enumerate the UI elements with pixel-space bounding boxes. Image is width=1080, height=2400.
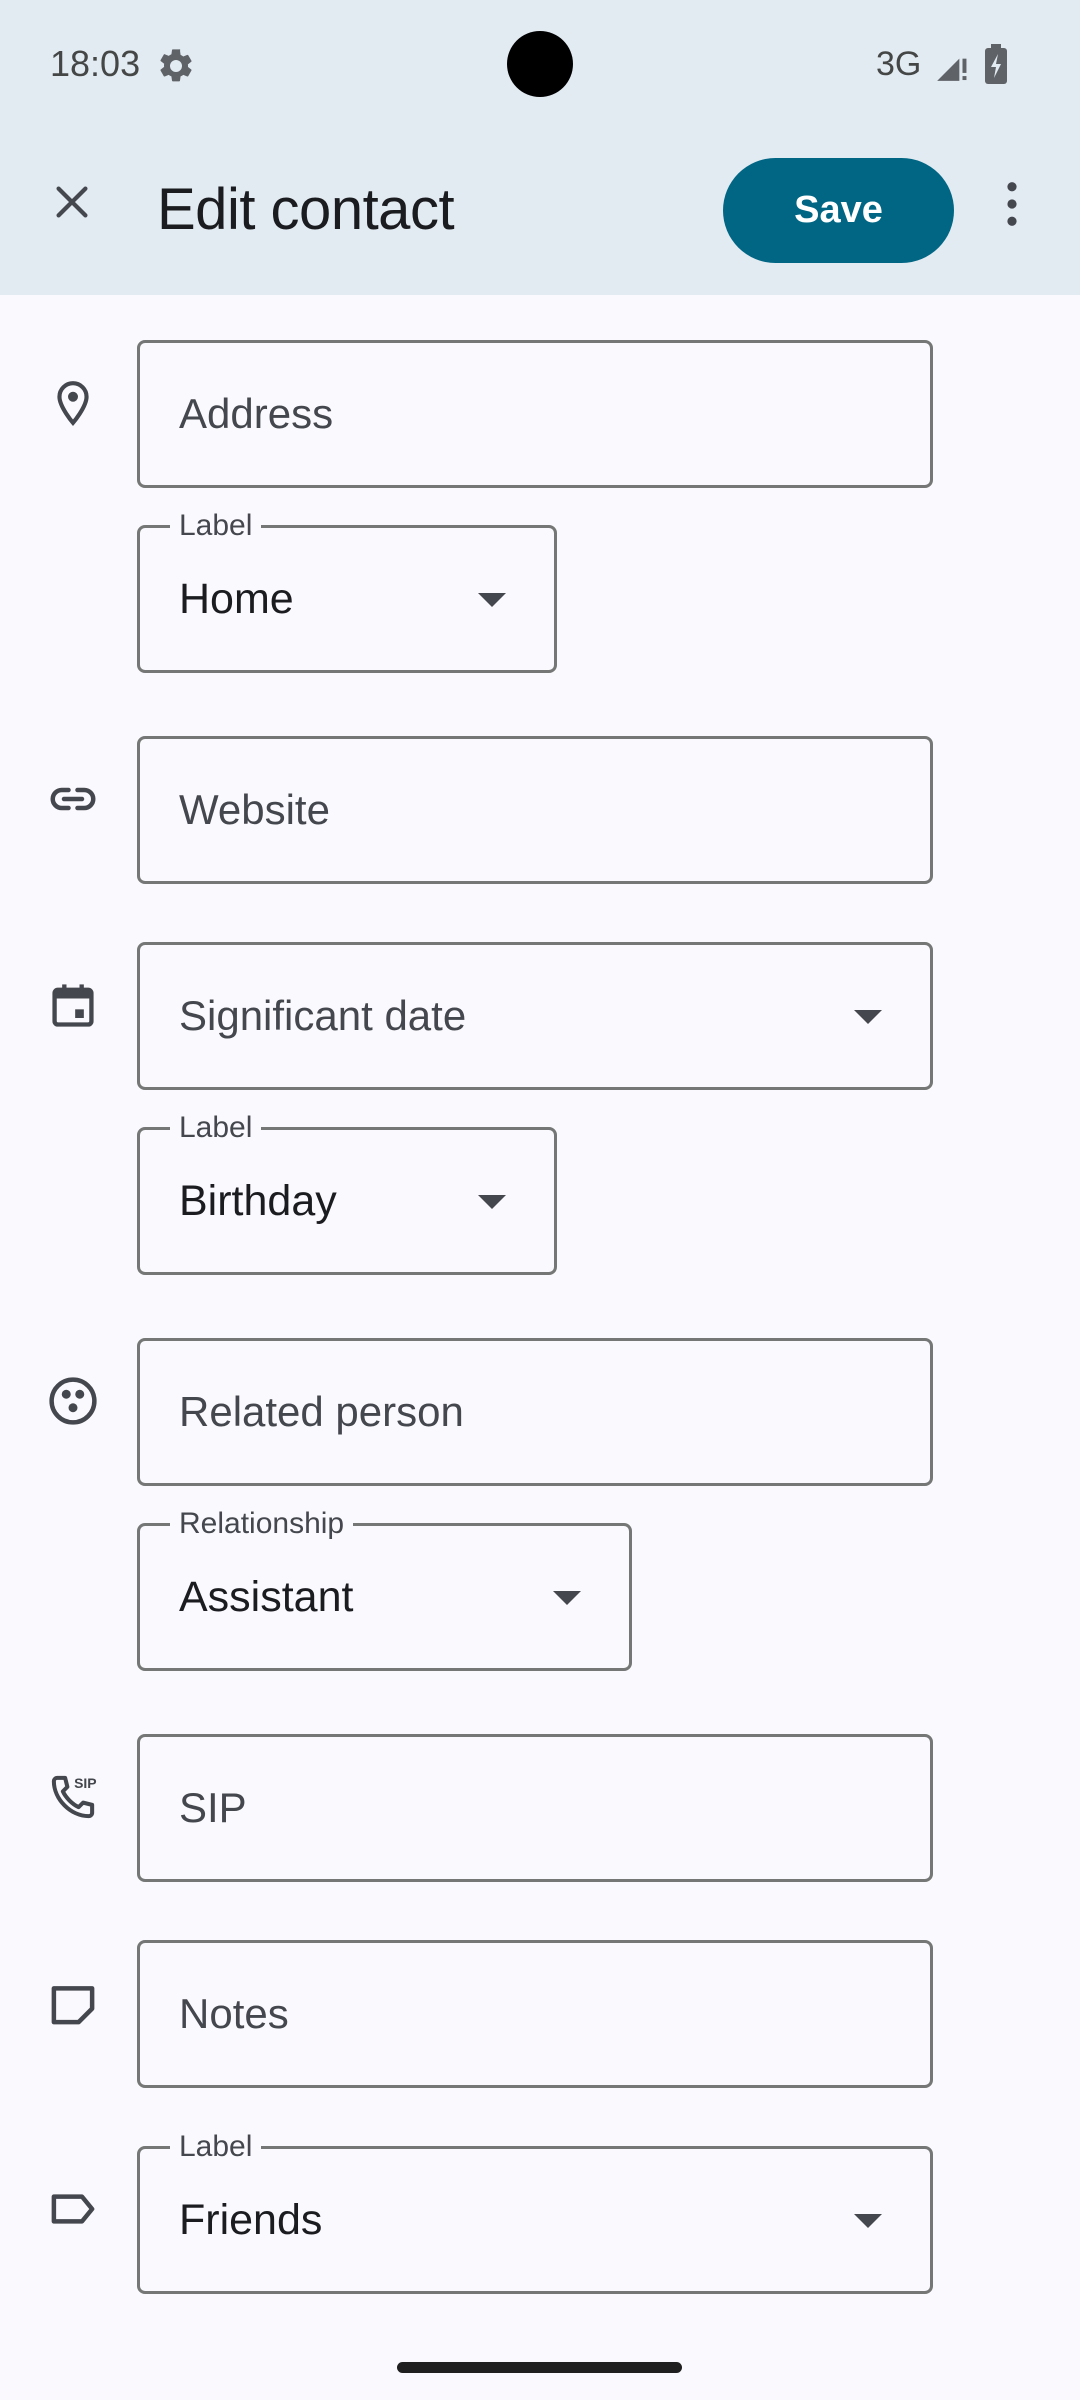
people-circle-icon — [44, 1372, 102, 1430]
more-options-button[interactable] — [990, 176, 1034, 232]
sip-phone-icon: SIP — [44, 1768, 102, 1826]
close-button[interactable] — [40, 170, 104, 234]
address-label-value: Home — [179, 574, 294, 623]
related-person-input[interactable]: Related person — [137, 1338, 933, 1486]
location-pin-icon — [44, 374, 102, 432]
close-icon — [56, 186, 88, 218]
website-placeholder: Website — [179, 786, 330, 833]
more-vert-icon — [1007, 182, 1017, 226]
chevron-down-icon — [854, 1010, 882, 1024]
notes-placeholder: Notes — [179, 1990, 289, 2037]
related-person-placeholder: Related person — [179, 1388, 464, 1435]
chevron-down-icon — [854, 2214, 882, 2228]
address-input[interactable]: Address — [137, 340, 933, 488]
date-label-dropdown[interactable]: Label Birthday — [137, 1108, 557, 1275]
chevron-down-icon — [553, 1591, 581, 1605]
signal-icon — [934, 46, 972, 84]
camera-cutout — [507, 31, 573, 97]
gear-icon — [156, 46, 196, 86]
status-time: 18:03 — [50, 43, 141, 84]
svg-text:SIP: SIP — [74, 1775, 96, 1791]
group-label-dropdown[interactable]: Label Friends — [137, 2127, 933, 2294]
website-input[interactable]: Website — [137, 736, 933, 884]
address-label-dropdown[interactable]: Label Home — [137, 506, 557, 673]
group-label-value: Friends — [179, 2195, 323, 2244]
battery-charging-icon — [985, 44, 1007, 84]
date-label-value: Birthday — [179, 1176, 337, 1225]
page-title: Edit contact — [157, 177, 455, 242]
notes-input[interactable]: Notes — [137, 1940, 933, 2088]
sip-placeholder: SIP — [179, 1784, 247, 1831]
significant-date-dropdown[interactable]: Significant date — [137, 942, 933, 1090]
network-type: 3G — [876, 45, 922, 83]
sip-input[interactable]: SIP — [137, 1734, 933, 1882]
label-tag-icon — [44, 2180, 102, 2238]
relationship-dropdown[interactable]: Relationship Assistant — [137, 1504, 632, 1671]
relationship-value: Assistant — [179, 1572, 354, 1621]
chevron-down-icon — [478, 593, 506, 607]
note-icon — [44, 1974, 102, 2032]
address-placeholder: Address — [179, 390, 334, 437]
chevron-down-icon — [478, 1195, 506, 1209]
significant-date-placeholder: Significant date — [179, 992, 467, 1039]
calendar-icon — [44, 976, 102, 1034]
link-icon — [44, 770, 102, 828]
home-gesture-bar[interactable] — [397, 2362, 682, 2373]
save-button[interactable]: Save — [723, 158, 954, 263]
